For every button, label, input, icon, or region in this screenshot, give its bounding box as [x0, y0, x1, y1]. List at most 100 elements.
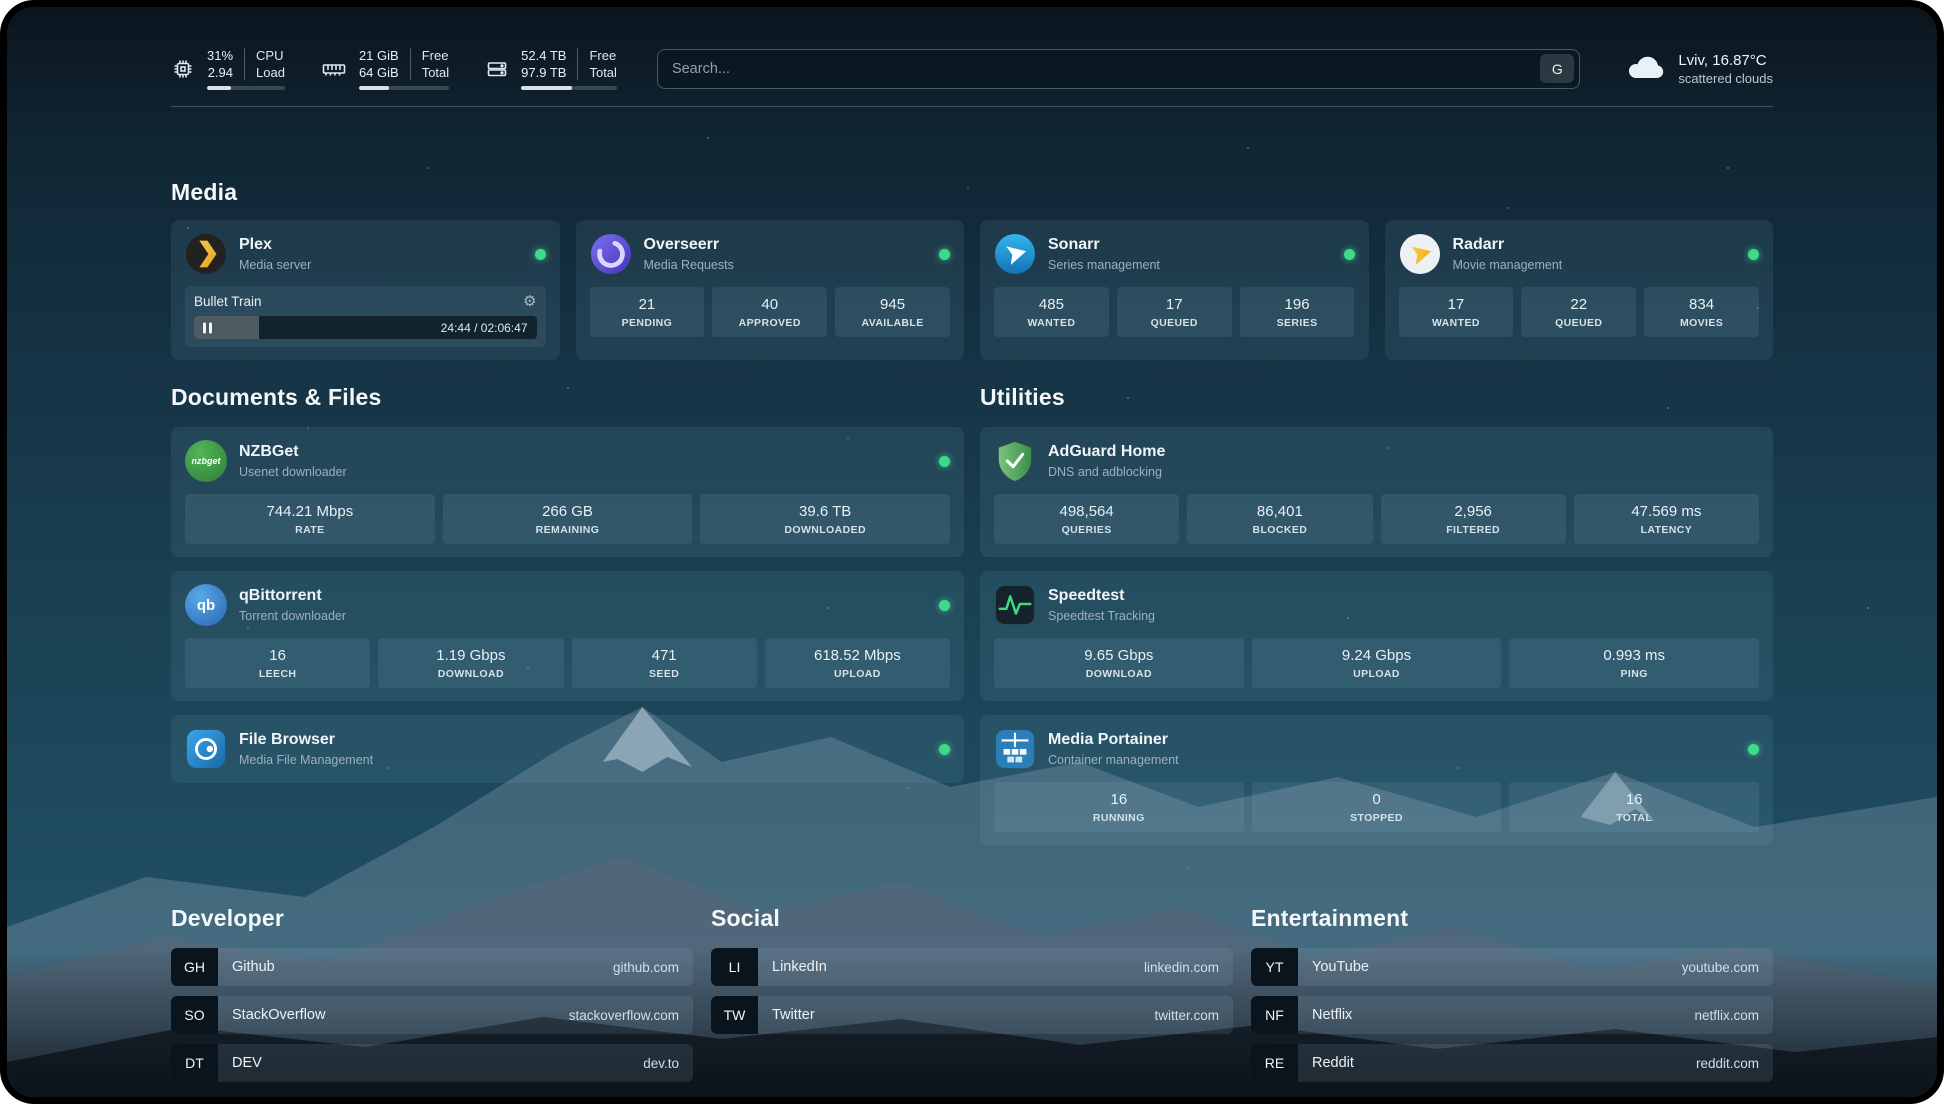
overseerr-icon — [590, 233, 632, 275]
stat-queued: 17 QUEUED — [1117, 287, 1232, 337]
stat-series: 196 SERIES — [1240, 287, 1355, 337]
bookmark-name: DEV — [218, 1055, 262, 1071]
app-name: Speedtest — [1048, 586, 1155, 606]
app-desc: Media File Management — [239, 752, 373, 768]
disk-progress-bar — [521, 86, 617, 90]
disk-label-2: Total — [589, 64, 616, 81]
app-card-plex[interactable]: Plex Media server Bullet Train ⚙ — [171, 220, 560, 360]
bookmark-abbr: RE — [1251, 1044, 1298, 1082]
app-card-qbittorrent[interactable]: qb qBittorrent Torrent downloader 16 — [171, 571, 964, 701]
topbar: 31% 2.94 CPU Load — [171, 47, 1773, 90]
bookmark-youtube[interactable]: YT YouTube youtube.com — [1251, 948, 1773, 986]
adguard-icon — [994, 440, 1036, 482]
app-card-adguard[interactable]: AdGuard Home DNS and adblocking 498,564 … — [980, 427, 1773, 557]
status-dot — [1748, 744, 1759, 755]
search-bar[interactable]: G — [657, 49, 1580, 89]
starfield — [7, 7, 9, 9]
status-dot — [939, 600, 950, 611]
cpu-stat: 31% 2.94 CPU Load — [171, 47, 285, 90]
bookmark-twitter[interactable]: TW Twitter twitter.com — [711, 996, 1233, 1034]
app-name: AdGuard Home — [1048, 442, 1165, 462]
bookmark-github[interactable]: GH Github github.com — [171, 948, 693, 986]
app-desc: DNS and adblocking — [1048, 464, 1165, 480]
ram-label-2: Total — [422, 64, 449, 81]
divider — [577, 48, 578, 80]
qbittorrent-icon: qb — [185, 584, 227, 626]
bookmark-abbr: LI — [711, 948, 758, 986]
app-card-sonarr[interactable]: Sonarr Series management 485 WANTED 17 Q… — [980, 220, 1369, 360]
cpu-label-2: Load — [256, 64, 285, 81]
app-desc: Media Requests — [644, 257, 734, 273]
bookmark-netflix[interactable]: NF Netflix netflix.com — [1251, 996, 1773, 1034]
filebrowser-icon — [185, 728, 227, 770]
section-title-media: Media — [171, 179, 1773, 206]
stat-movies: 834 MOVIES — [1644, 287, 1759, 337]
stat-ping: 0.993 ms PING — [1509, 638, 1759, 688]
stat-downloaded: 39.6 TB DOWNLOADED — [700, 494, 950, 544]
now-playing-title: Bullet Train — [194, 294, 262, 309]
stat-total: 16 TOTAL — [1509, 782, 1759, 832]
disk-label-1: Free — [589, 47, 616, 64]
stat-approved: 40 APPROVED — [712, 287, 827, 337]
bookmark-url: github.com — [613, 960, 693, 975]
app-card-nzbget[interactable]: nzbget NZBGet Usenet downloader 744.21 M… — [171, 427, 964, 557]
cpu-percent: 31% — [207, 47, 233, 64]
cpu-label-1: CPU — [256, 47, 285, 64]
stat-upload: 618.52 Mbps UPLOAD — [765, 638, 950, 688]
now-playing-panel: Bullet Train ⚙ 24:44 / 02:06:47 — [185, 286, 546, 347]
ram-progress-bar — [359, 86, 449, 90]
app-card-overseerr[interactable]: Overseerr Media Requests 21 PENDING 40 A… — [576, 220, 965, 360]
stat-queued: 22 QUEUED — [1521, 287, 1636, 337]
app-desc: Media server — [239, 257, 311, 273]
bookmark-dev[interactable]: DT DEV dev.to — [171, 1044, 693, 1082]
status-dot — [535, 249, 546, 260]
ram-free: 21 GiB — [359, 47, 399, 64]
status-dot — [1748, 249, 1759, 260]
bookmark-reddit[interactable]: RE Reddit reddit.com — [1251, 1044, 1773, 1082]
app-card-radarr[interactable]: Radarr Movie management 17 WANTED 22 QUE… — [1385, 220, 1774, 360]
status-dot — [939, 456, 950, 467]
pause-button[interactable] — [203, 322, 212, 333]
cpu-load: 2.94 — [207, 64, 233, 81]
bookmark-url: linkedin.com — [1144, 960, 1233, 975]
bookmark-abbr: GH — [171, 948, 218, 986]
divider — [244, 48, 245, 80]
bookmark-linkedin[interactable]: LI LinkedIn linkedin.com — [711, 948, 1233, 986]
playback-progress-bar[interactable]: 24:44 / 02:06:47 — [194, 316, 537, 339]
bookmark-abbr: DT — [171, 1044, 218, 1082]
search-input[interactable] — [672, 61, 1540, 77]
system-stats: 31% 2.94 CPU Load — [171, 47, 617, 90]
stat-queries: 498,564 QUERIES — [994, 494, 1179, 544]
playback-time: 24:44 / 02:06:47 — [441, 321, 528, 335]
disk-free: 52.4 TB — [521, 47, 566, 64]
ram-label-1: Free — [422, 47, 449, 64]
bookmarks: Developer GH Github github.com SO StackO… — [171, 905, 1773, 1097]
gear-icon[interactable]: ⚙ — [523, 294, 536, 309]
ram-total: 64 GiB — [359, 64, 399, 81]
app-card-filebrowser[interactable]: File Browser Media File Management — [171, 715, 964, 783]
stat-download: 1.19 Gbps DOWNLOAD — [378, 638, 563, 688]
stat-rate: 744.21 Mbps RATE — [185, 494, 435, 544]
disk-stat: 52.4 TB 97.9 TB Free Total — [485, 47, 617, 90]
bookmark-url: twitter.com — [1154, 1008, 1233, 1023]
app-name: Media Portainer — [1048, 730, 1179, 750]
bookmark-url: dev.to — [643, 1056, 693, 1071]
weather-condition: scattered clouds — [1678, 70, 1773, 87]
bookmark-name: LinkedIn — [758, 959, 827, 975]
app-name: qBittorrent — [239, 586, 346, 606]
disk-icon — [485, 57, 509, 81]
cpu-icon — [171, 57, 195, 81]
weather-widget[interactable]: Lviv, 16.87°C scattered clouds — [1624, 49, 1773, 88]
app-card-speedtest[interactable]: Speedtest Speedtest Tracking 9.65 Gbps D… — [980, 571, 1773, 701]
portainer-icon — [994, 728, 1036, 770]
bookmark-stackoverflow[interactable]: SO StackOverflow stackoverflow.com — [171, 996, 693, 1034]
app-card-portainer[interactable]: Media Portainer Container management 16 … — [980, 715, 1773, 845]
stat-blocked: 86,401 BLOCKED — [1187, 494, 1372, 544]
bookmark-url: reddit.com — [1696, 1056, 1773, 1071]
section-title-documents: Documents & Files — [171, 384, 964, 411]
section-documents: Documents & Files nzbget NZBGet Usenet d… — [171, 360, 964, 783]
bookmark-name: StackOverflow — [218, 1007, 325, 1023]
stat-wanted: 17 WANTED — [1399, 287, 1514, 337]
search-engine-button[interactable]: G — [1540, 54, 1574, 83]
bookmark-abbr: YT — [1251, 948, 1298, 986]
